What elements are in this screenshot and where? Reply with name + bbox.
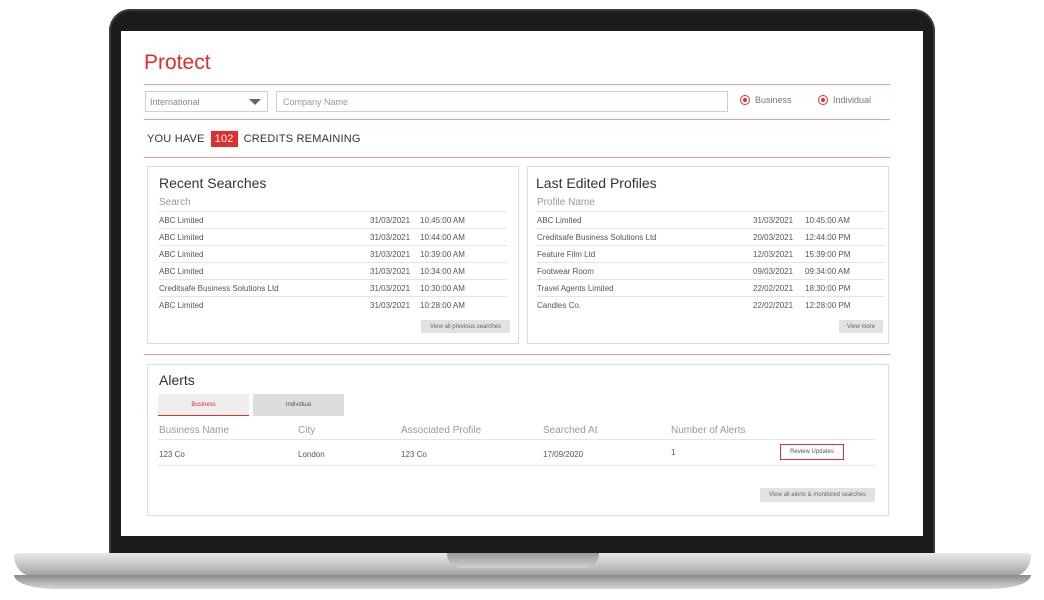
row-name: ABC Limited — [159, 301, 204, 310]
column-header-city: City — [298, 425, 316, 436]
screen: Protect International Business Individua… — [121, 31, 923, 536]
row-name: Footwear Room — [537, 267, 594, 276]
row-time: 10:39:00 AM — [420, 250, 465, 259]
credits-suffix: CREDITS REMAINING — [243, 133, 361, 145]
credits-banner: YOU HAVE 102 CREDITS REMAINING — [147, 131, 361, 147]
column-header-associated-profile: Associated Profile — [401, 425, 482, 436]
row-name: ABC Limited — [159, 233, 204, 242]
row-time: 15:39:00 PM — [805, 250, 851, 259]
cell-number-of-alerts: 1 — [671, 448, 676, 457]
credits-count-badge: 102 — [210, 131, 238, 147]
list-item[interactable]: Feature Film Ltd 12/03/2021 15:39:00 PM — [537, 245, 884, 262]
row-name: ABC Limited — [159, 267, 204, 276]
radio-selected-icon — [818, 95, 828, 105]
row-date: 20/03/2021 — [753, 233, 794, 242]
country-select[interactable]: International — [145, 91, 268, 112]
row-time: 10:44:00 AM — [420, 233, 465, 242]
row-name: ABC Limited — [537, 216, 582, 225]
row-time: 10:34:00 AM — [420, 267, 465, 276]
row-name: Travel Agents Limited — [537, 284, 614, 293]
row-date: 22/02/2021 — [753, 301, 794, 310]
column-header-business-name: Business Name — [159, 425, 230, 436]
list-item[interactable]: ABC Limited 31/03/2021 10:45:00 AM — [537, 211, 884, 228]
alerts-title: Alerts — [159, 372, 195, 388]
row-time: 18:30:00 PM — [805, 284, 851, 293]
row-date: 31/03/2021 — [370, 284, 411, 293]
list-item[interactable]: Creditsafe Business Solutions Ltd 20/03/… — [537, 228, 884, 245]
list-item[interactable]: ABC Limited 31/03/2021 10:45:00 AM — [159, 211, 507, 228]
radio-business-label: Business — [755, 95, 792, 105]
row-time: 12:28:00 PM — [805, 301, 851, 310]
row-date: 31/03/2021 — [753, 216, 794, 225]
view-all-previous-searches-button[interactable]: View all previous searches — [421, 320, 510, 333]
cell-city: London — [298, 450, 325, 459]
radio-business[interactable]: Business — [740, 95, 792, 105]
row-date: 31/03/2021 — [370, 250, 411, 259]
list-item[interactable]: Footwear Room 09/03/2021 09:34:00 AM — [537, 262, 884, 279]
list-item[interactable]: Travel Agents Limited 22/02/2021 18:30:0… — [537, 279, 884, 296]
recent-searches-column-header: Search — [159, 197, 191, 208]
row-date: 31/03/2021 — [370, 267, 411, 276]
alerts-row-divider — [158, 465, 875, 466]
last-edited-column-header: Profile Name — [537, 197, 595, 208]
cell-business-name: 123 Co — [159, 450, 185, 459]
row-name: ABC Limited — [159, 216, 204, 225]
row-time: 10:28:00 AM — [420, 301, 465, 310]
column-header-searched-at: Searched At — [543, 425, 598, 436]
row-date: 31/03/2021 — [370, 301, 411, 310]
row-date: 31/03/2021 — [370, 233, 411, 242]
chevron-down-icon — [249, 99, 261, 105]
list-item[interactable]: Creditsafe Business Solutions Ltd 31/03/… — [159, 279, 507, 296]
list-item[interactable]: ABC Limited 31/03/2021 10:28:00 AM — [159, 296, 507, 313]
row-name: ABC Limited — [159, 250, 204, 259]
recent-searches-panel: Recent Searches Search ABC Limited 31/03… — [147, 166, 519, 344]
credits-prefix: YOU HAVE — [147, 133, 205, 145]
row-date: 22/02/2021 — [753, 284, 794, 293]
view-more-button[interactable]: View more — [839, 320, 883, 333]
row-time: 10:30:00 AM — [420, 284, 465, 293]
tab-individual[interactable]: Individual — [253, 394, 344, 416]
row-name: Creditsafe Business Solutions Ltd — [537, 233, 657, 242]
row-date: 31/03/2021 — [370, 216, 411, 225]
row-name: Candles Co. — [537, 301, 582, 310]
row-time: 12:44:00 PM — [805, 233, 851, 242]
credits-divider — [144, 157, 890, 158]
list-item[interactable]: ABC Limited 31/03/2021 10:39:00 AM — [159, 245, 507, 262]
recent-searches-title: Recent Searches — [159, 175, 267, 191]
row-time: 10:45:00 AM — [420, 216, 465, 225]
cell-associated-profile: 123 Co — [401, 450, 427, 459]
column-header-number-of-alerts: Number of Alerts — [671, 425, 746, 436]
radio-individual[interactable]: Individual — [818, 95, 871, 105]
country-select-value: International — [150, 97, 200, 107]
radio-selected-icon — [740, 95, 750, 105]
page-title: Protect — [144, 51, 211, 74]
alerts-header-divider — [158, 439, 875, 440]
review-updates-button[interactable]: Review Updates — [780, 444, 844, 460]
alerts-divider — [144, 354, 890, 355]
row-name: Creditsafe Business Solutions Ltd — [159, 284, 279, 293]
company-name-input[interactable] — [276, 91, 728, 112]
list-item[interactable]: ABC Limited 31/03/2021 10:44:00 AM — [159, 228, 507, 245]
title-divider — [144, 84, 890, 85]
search-divider — [144, 119, 890, 120]
list-item[interactable]: Candles Co. 22/02/2021 12:28:00 PM — [537, 296, 884, 313]
view-all-alerts-button[interactable]: View all alerts & monitored searches — [760, 488, 875, 502]
row-date: 09/03/2021 — [753, 267, 794, 276]
laptop-base-edge — [14, 575, 1031, 589]
laptop-notch — [447, 553, 599, 568]
cell-searched-at: 17/09/2020 — [543, 450, 584, 459]
row-time: 09:34:00 AM — [805, 267, 850, 276]
tab-business[interactable]: Business — [158, 394, 249, 416]
row-time: 10:45:00 AM — [805, 216, 850, 225]
row-date: 12/03/2021 — [753, 250, 794, 259]
list-item[interactable]: ABC Limited 31/03/2021 10:34:00 AM — [159, 262, 507, 279]
radio-individual-label: Individual — [833, 95, 872, 105]
last-edited-profiles-title: Last Edited Profiles — [536, 175, 657, 191]
last-edited-profiles-panel: Last Edited Profiles Profile Name ABC Li… — [527, 166, 889, 344]
row-name: Feature Film Ltd — [537, 250, 596, 259]
